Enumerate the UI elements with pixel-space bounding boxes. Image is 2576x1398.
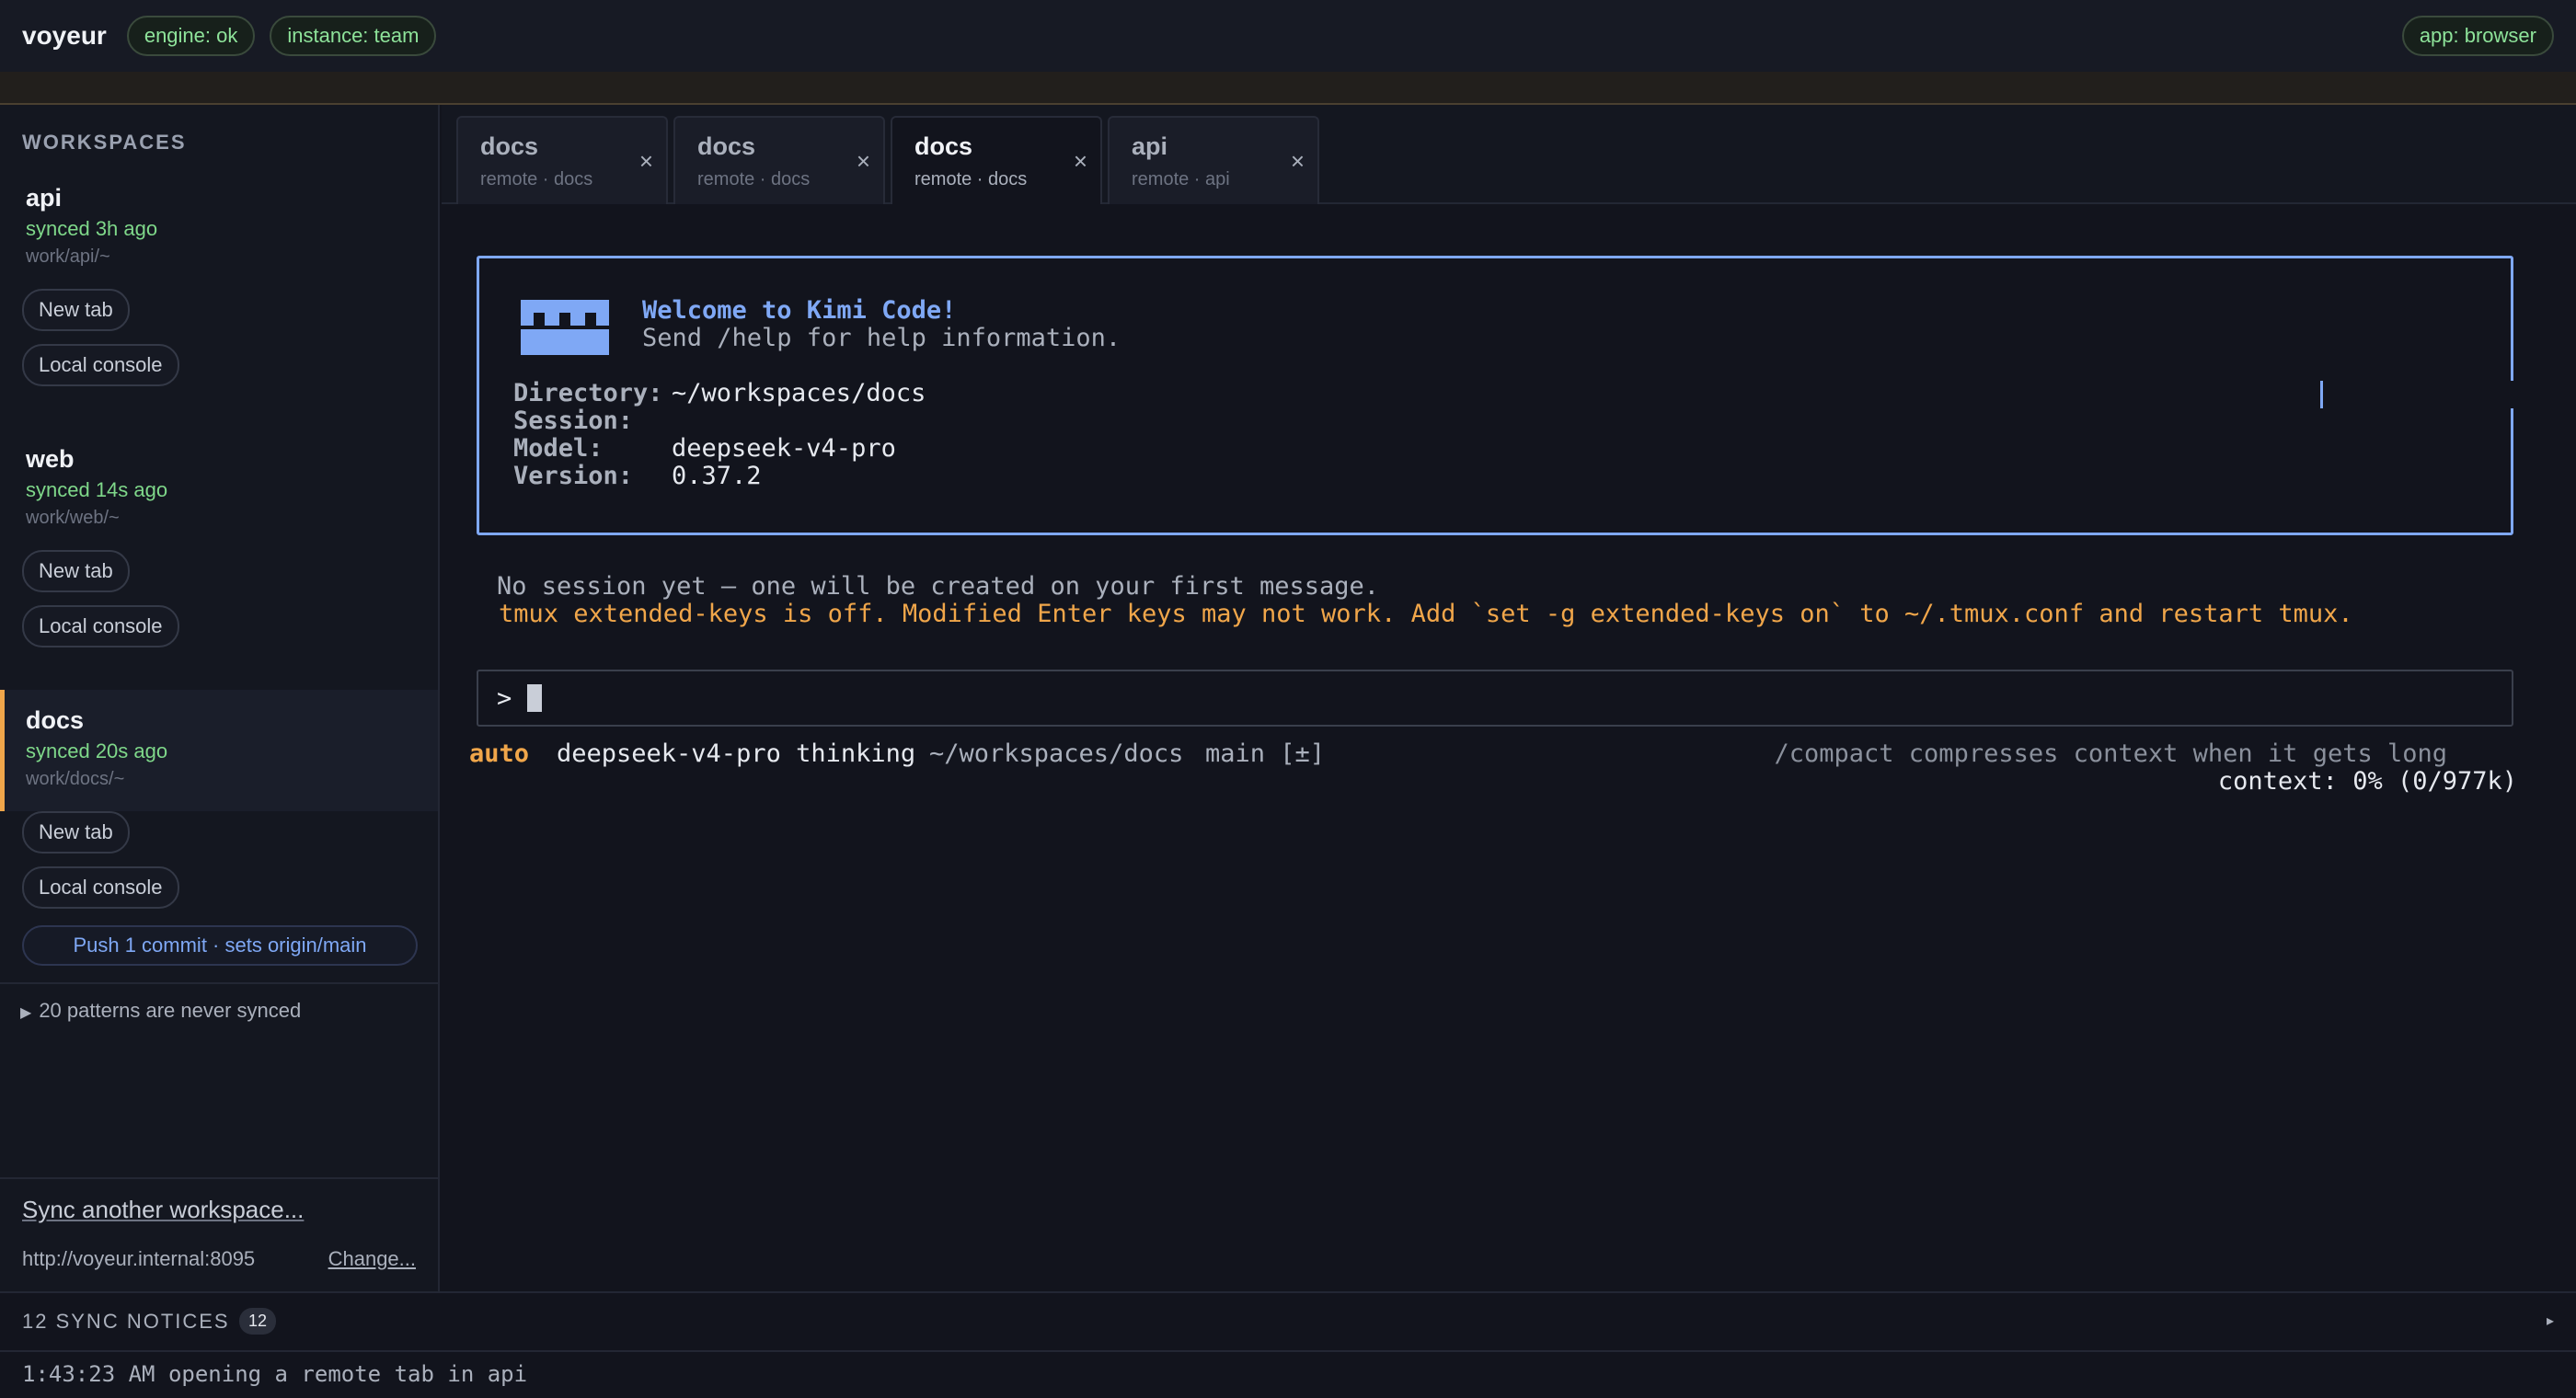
close-icon[interactable]: ×: [639, 147, 653, 176]
latest-notice: 1:43:23 AM opening a remote tab in api: [22, 1361, 528, 1387]
app-pill: app: browser: [2401, 16, 2554, 56]
tab-title: docs: [914, 132, 973, 160]
status-strip: [0, 72, 2576, 105]
push-commit-button[interactable]: Push 1 commit · sets origin/main: [22, 925, 418, 966]
workspace-path: work/docs/~: [26, 769, 125, 789]
tab-title: docs: [480, 132, 539, 160]
block-cursor: [527, 684, 542, 712]
app-brand: voyeur: [22, 21, 107, 50]
top-bar: voyeur engine: ok instance: team app: br…: [0, 0, 2576, 72]
sidebar: WORKSPACES api synced 3h ago work/api/~ …: [0, 105, 440, 1291]
status-branch: main [±]: [1205, 739, 1326, 768]
tab-title: docs: [697, 132, 756, 160]
version-value: 0.37.2: [672, 462, 762, 490]
local-console-button[interactable]: Local console: [22, 866, 179, 909]
server-url: http://voyeur.internal:8095: [22, 1247, 256, 1270]
model-value: deepseek-v4-pro: [672, 434, 896, 463]
status-directory: ~/workspaces/docs: [929, 739, 1184, 768]
version-label: Version:: [513, 462, 634, 490]
workspace-sync-status: synced 20s ago: [26, 739, 168, 762]
sidebar-title: WORKSPACES: [22, 131, 187, 154]
welcome-title: Welcome to Kimi Code!: [642, 296, 957, 325]
local-console-button[interactable]: Local console: [22, 344, 179, 386]
tab-bar: docs remote · docs × docs remote · docs …: [442, 105, 2576, 204]
status-hint: /compact compresses context when it gets…: [1774, 739, 2448, 768]
workspace-name-docs[interactable]: docs: [26, 706, 84, 735]
sync-notices-bar[interactable]: 12 SYNC NOTICES 12 ▸: [0, 1291, 2576, 1352]
workspace-name-web[interactable]: web: [26, 445, 75, 474]
tab-docs-3-active[interactable]: docs remote · docs ×: [891, 116, 1102, 204]
workspace-sync-status: synced 14s ago: [26, 478, 168, 501]
close-icon[interactable]: ×: [1074, 147, 1087, 176]
status-context: context: 0% (0/977k): [2217, 767, 2517, 796]
prompt-input-box[interactable]: [477, 670, 2513, 727]
text-caret: [2320, 381, 2323, 408]
sync-another-workspace-link[interactable]: Sync another workspace...: [22, 1196, 304, 1224]
triangle-right-icon: ▶: [20, 1005, 32, 1021]
engine-status-pill: engine: ok: [126, 16, 256, 56]
change-server-link[interactable]: Change...: [328, 1247, 416, 1271]
no-session-message: No session yet — one will be created on …: [497, 572, 1380, 601]
status-model: deepseek-v4-pro thinking: [557, 739, 916, 768]
workspace-sync-status: synced 3h ago: [26, 217, 158, 240]
session-label: Session:: [513, 407, 634, 435]
local-console-button[interactable]: Local console: [22, 605, 179, 647]
prompt-symbol: >: [497, 684, 512, 713]
tab-subtitle: remote · docs: [697, 169, 811, 189]
expand-arrow-icon[interactable]: ▸: [2547, 1312, 2554, 1330]
directory-label: Directory:: [513, 379, 663, 407]
workspace-path: work/api/~: [26, 246, 110, 267]
tab-docs-1[interactable]: docs remote · docs ×: [456, 116, 668, 204]
notices-title: 12 SYNC NOTICES: [22, 1310, 230, 1333]
tab-subtitle: remote · docs: [914, 169, 1028, 189]
close-icon[interactable]: ×: [857, 147, 870, 176]
status-mode: auto: [469, 739, 530, 768]
workspace-name-api[interactable]: api: [26, 184, 62, 212]
tmux-warning: tmux extended-keys is off. Modified Ente…: [499, 600, 2353, 628]
kimi-logo-icon: [521, 300, 609, 355]
new-tab-button[interactable]: New tab: [22, 811, 130, 854]
notices-count-badge: 12: [239, 1308, 277, 1335]
instance-pill: instance: team: [270, 16, 437, 56]
sidebar-divider: [0, 1177, 438, 1179]
never-synced-patterns-toggle[interactable]: ▶ 20 patterns are never synced: [20, 999, 301, 1023]
border-gap: [2508, 381, 2517, 408]
welcome-subtitle: Send /help for help information.: [642, 324, 1121, 352]
workspace-path: work/web/~: [26, 508, 120, 528]
tab-subtitle: remote · api: [1132, 169, 1230, 189]
tab-docs-2[interactable]: docs remote · docs ×: [673, 116, 885, 204]
close-icon[interactable]: ×: [1291, 147, 1305, 176]
tab-subtitle: remote · docs: [480, 169, 593, 189]
sidebar-divider: [0, 982, 438, 984]
model-label: Model:: [513, 434, 604, 463]
patterns-label: 20 patterns are never synced: [39, 999, 302, 1022]
tab-api[interactable]: api remote · api ×: [1108, 116, 1319, 204]
directory-value: ~/workspaces/docs: [672, 379, 926, 407]
tab-title: api: [1132, 132, 1168, 160]
new-tab-button[interactable]: New tab: [22, 550, 130, 592]
new-tab-button[interactable]: New tab: [22, 289, 130, 331]
